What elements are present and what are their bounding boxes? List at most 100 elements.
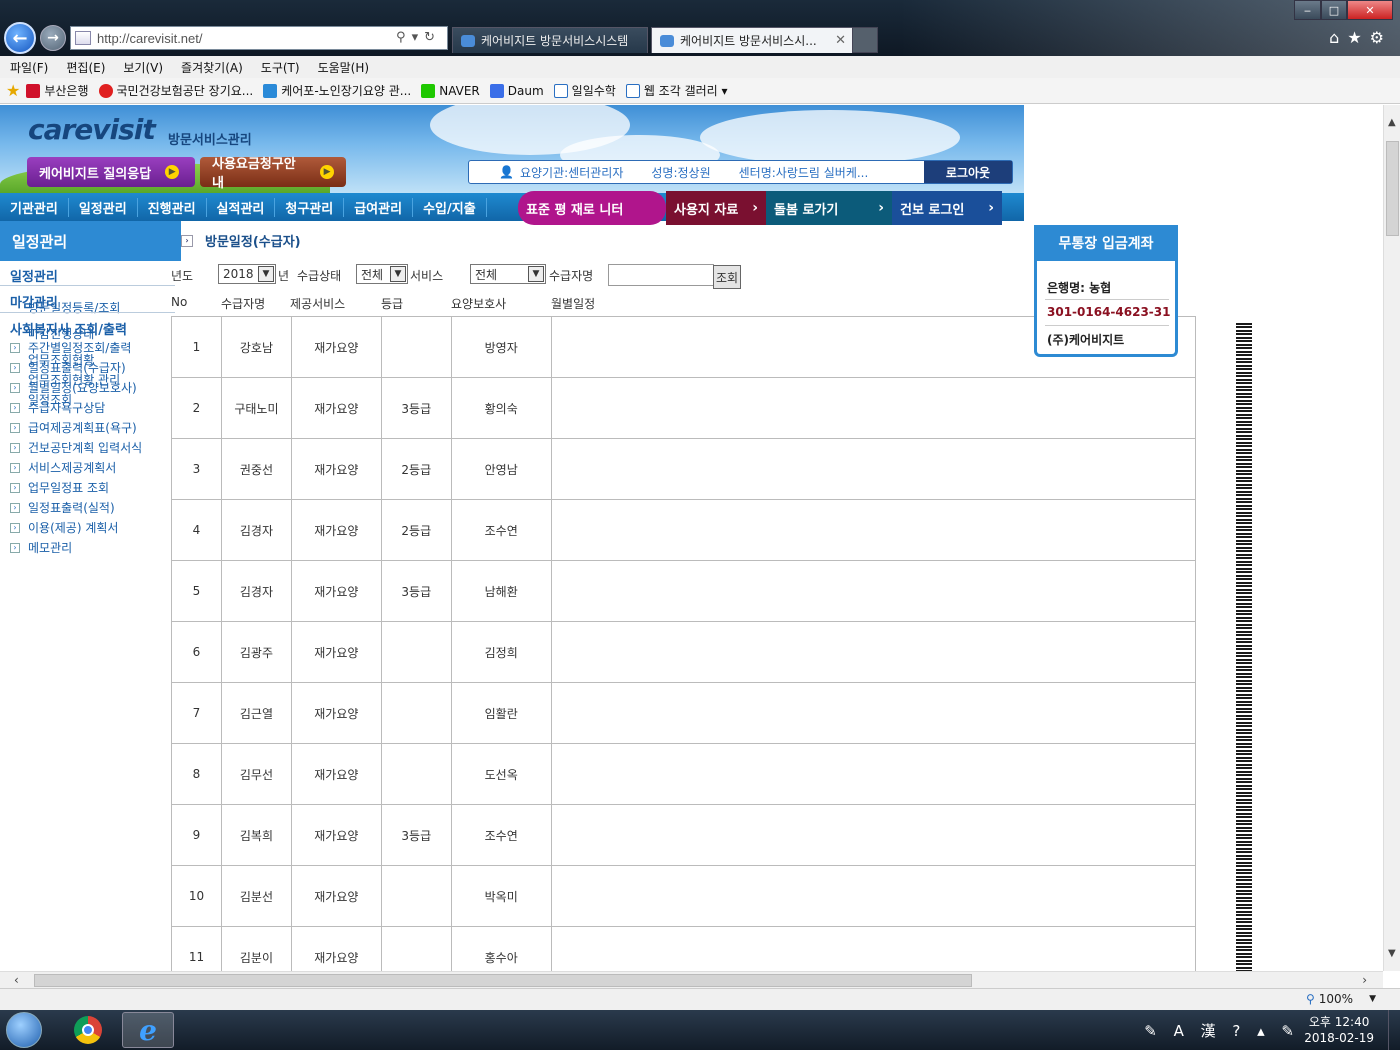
- taskbar-chrome[interactable]: [62, 1012, 114, 1048]
- fav-math[interactable]: 일일수학: [553, 82, 616, 99]
- nav-billing-management[interactable]: 청구관리: [275, 197, 345, 217]
- cell-monthly-schedule[interactable]: [550, 377, 1197, 439]
- nav-org-management[interactable]: 기관관리: [0, 197, 69, 217]
- horizontal-scrollbar[interactable]: ‹ ›: [0, 971, 1383, 988]
- show-desktop-button[interactable]: [1388, 1010, 1400, 1050]
- cell-monthly-schedule[interactable]: [550, 926, 1197, 971]
- sidebar-item-visit-schedule[interactable]: 방문일정등록/조회: [28, 299, 120, 316]
- year-select[interactable]: 2018 ▼: [218, 264, 276, 284]
- quick-link-user-data[interactable]: 사용지 자료 ›: [666, 191, 766, 225]
- address-bar[interactable]: http://carevisit.net/ ⚲▾↻: [70, 26, 448, 50]
- nav-schedule-management[interactable]: 일정관리: [69, 197, 138, 217]
- status-select[interactable]: 전체 ▼: [356, 264, 408, 284]
- maximize-button[interactable]: □: [1321, 0, 1347, 20]
- sidebar-item-service-plan[interactable]: › 서비스제공계획서: [10, 459, 116, 476]
- qa-button[interactable]: 케어비지트 질의응답 ▶: [27, 157, 195, 187]
- fav-daum[interactable]: Daum: [489, 83, 544, 98]
- sidebar-item-schedule-performance[interactable]: › 일정표출력(실적): [10, 499, 115, 516]
- fee-billing-button[interactable]: 사용요금청구안내 ▶: [200, 157, 346, 191]
- year-suffix: 년: [278, 269, 290, 283]
- taskbar-clock[interactable]: 오후 12:40 2018-02-19: [1304, 1014, 1374, 1046]
- quick-link-standard-evaluation[interactable]: 표준 평 재로 니터: [518, 191, 666, 225]
- minimize-button[interactable]: ‒: [1294, 0, 1321, 20]
- table-row[interactable]: 6 김광주 재가요양 김정희: [171, 621, 1197, 683]
- back-button[interactable]: ←: [4, 22, 36, 54]
- forward-button[interactable]: →: [40, 25, 66, 51]
- table-row[interactable]: 7 김근열 재가요양 임활란: [171, 682, 1197, 744]
- menu-help[interactable]: 도움말(H): [318, 59, 370, 76]
- table-row[interactable]: 9 김복희 재가요양 3등급 조수연: [171, 804, 1197, 866]
- menu-bar: 파일(F) 편집(E) 보기(V) 즐겨찾기(A) 도구(T) 도움말(H): [0, 56, 1400, 78]
- taskbar-internet-explorer[interactable]: e: [122, 1012, 174, 1048]
- nav-progress-management[interactable]: 진행관리: [138, 197, 207, 217]
- menu-view[interactable]: 보기(V): [123, 59, 163, 76]
- horizontal-scroll-thumb[interactable]: [34, 974, 972, 987]
- cell-monthly-schedule[interactable]: [550, 804, 1197, 866]
- sidebar-item-work-schedule[interactable]: › 업무일정표 조회: [10, 479, 109, 496]
- cell-monthly-schedule[interactable]: [550, 682, 1197, 744]
- fav-webslice[interactable]: 웹 조각 갤러리 ▾: [625, 82, 728, 99]
- nav-income-expense[interactable]: 수입/지출: [413, 197, 487, 217]
- zoom-control[interactable]: ⚲ 100% ▼: [1306, 992, 1376, 1006]
- fav-naver[interactable]: NAVER: [421, 83, 480, 98]
- cell-grade: [380, 621, 452, 683]
- cell-service: 재가요양: [290, 499, 382, 561]
- sidebar-item-needs-consult[interactable]: › 수급자욕구상담: [10, 399, 105, 416]
- cell-monthly-schedule[interactable]: [550, 499, 1197, 561]
- scroll-down-icon[interactable]: ▼: [1388, 948, 1396, 959]
- scroll-up-icon[interactable]: ▲: [1388, 117, 1396, 128]
- search-button[interactable]: 조회: [713, 265, 741, 289]
- sidebar-item-nhis-plan-form[interactable]: › 건보공단계획 입력서식: [10, 439, 142, 456]
- carevisit-logo[interactable]: carevisit: [28, 113, 156, 146]
- table-row[interactable]: 10 김분선 재가요양 박옥미: [171, 865, 1197, 927]
- table-row[interactable]: 4 김경자 재가요양 2등급 조수연: [171, 499, 1197, 561]
- fav-bnk[interactable]: 부산은행: [26, 82, 89, 99]
- scroll-left-icon[interactable]: ‹: [14, 973, 19, 987]
- sidebar-item-usage-plan[interactable]: › 이용(제공) 계획서: [10, 519, 118, 536]
- cell-monthly-schedule[interactable]: [550, 865, 1197, 927]
- close-window-button[interactable]: ✕: [1347, 0, 1393, 20]
- address-url[interactable]: http://carevisit.net/: [97, 31, 203, 46]
- start-button[interactable]: [6, 1012, 42, 1048]
- cell-monthly-schedule[interactable]: [550, 743, 1197, 805]
- sidebar-section-schedule[interactable]: 일정관리: [10, 266, 58, 285]
- service-select[interactable]: 전체 ▼: [470, 264, 546, 284]
- nav-performance-management[interactable]: 실적관리: [207, 197, 276, 217]
- menu-file[interactable]: 파일(F): [10, 59, 48, 76]
- vertical-scroll-thumb[interactable]: [1386, 141, 1399, 236]
- cell-service: 재가요양: [290, 377, 382, 439]
- menu-favorites[interactable]: 즐겨찾기(A): [181, 59, 243, 76]
- cell-recipient-name: 김복희: [220, 804, 292, 866]
- recipient-name-input[interactable]: [608, 264, 714, 286]
- table-row[interactable]: 5 김경자 재가요양 3등급 남해환: [171, 560, 1197, 622]
- scroll-right-icon[interactable]: ›: [1362, 973, 1367, 987]
- nav-payroll-management[interactable]: 급여관리: [344, 197, 414, 217]
- sidebar-item-benefit-plan[interactable]: › 급여제공계획표(욕구): [10, 419, 137, 436]
- fav-carefor[interactable]: 케어포-노인장기요양 관...: [263, 82, 411, 99]
- cell-monthly-schedule[interactable]: [550, 438, 1197, 500]
- sidebar-divider: [0, 285, 175, 286]
- browser-tab-1[interactable]: 케어비지트 방문서비스시스템: [452, 27, 648, 53]
- fav-nhis[interactable]: 국민건강보험공단 장기요...: [98, 82, 253, 99]
- home-favorites-tools-icons[interactable]: ⌂★⚙: [1329, 28, 1392, 47]
- table-row[interactable]: 8 김무선 재가요양 도선옥: [171, 743, 1197, 805]
- sidebar-item-memo[interactable]: › 메모관리: [10, 539, 72, 556]
- close-tab-icon[interactable]: ✕: [835, 33, 846, 48]
- cell-monthly-schedule[interactable]: [550, 560, 1197, 622]
- vertical-scrollbar[interactable]: ▲ ▼: [1383, 105, 1400, 971]
- table-row[interactable]: 2 구태노미 재가요양 3등급 황의숙: [171, 377, 1197, 439]
- table-row[interactable]: 3 권중선 재가요양 2등급 안영남: [171, 438, 1197, 500]
- new-tab-button[interactable]: [852, 27, 878, 53]
- cell-monthly-schedule[interactable]: [550, 621, 1197, 683]
- menu-edit[interactable]: 편집(E): [66, 59, 105, 76]
- cell-service: 재가요양: [290, 438, 382, 500]
- menu-tools[interactable]: 도구(T): [261, 59, 300, 76]
- quick-link-care-go[interactable]: 돌봄 로가기 ›: [766, 191, 892, 225]
- search-refresh-icon[interactable]: ⚲▾↻: [396, 30, 441, 45]
- favorites-star-icon[interactable]: ★: [6, 81, 20, 100]
- browser-tab-2[interactable]: 케어비지트 방문서비스시... ✕: [651, 27, 877, 53]
- table-row[interactable]: 11 김분이 재가요양 홍수아: [171, 926, 1197, 971]
- system-tray-icons[interactable]: ✎ A 漢 ? ▴ ✎: [1144, 1020, 1300, 1041]
- logout-button[interactable]: 로그아웃: [924, 161, 1012, 183]
- quick-link-nhis-login[interactable]: 건보 로그인 ›: [892, 191, 1002, 225]
